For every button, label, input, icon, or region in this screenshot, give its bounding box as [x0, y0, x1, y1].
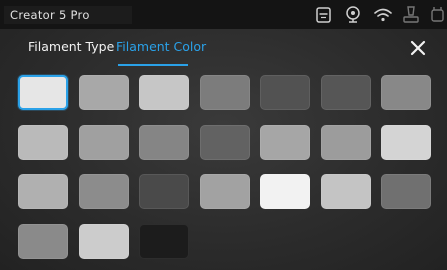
- color-swatch[interactable]: [199, 75, 250, 110]
- color-swatch[interactable]: [78, 124, 129, 160]
- tab-filament-color[interactable]: Filament Color: [116, 39, 206, 55]
- color-swatch[interactable]: [381, 75, 431, 110]
- color-swatch[interactable]: [381, 174, 431, 209]
- color-swatch[interactable]: [320, 174, 371, 209]
- close-icon: [410, 40, 426, 56]
- filament-color-panel: Filament Type Filament Color: [0, 29, 447, 270]
- color-swatch[interactable]: [18, 223, 68, 259]
- color-swatch[interactable]: [18, 174, 68, 209]
- color-swatch[interactable]: [260, 174, 310, 209]
- color-swatch[interactable]: [139, 223, 189, 259]
- color-swatch[interactable]: [78, 223, 129, 259]
- color-swatch[interactable]: [78, 174, 129, 209]
- color-swatch[interactable]: [139, 174, 189, 209]
- filament-icon[interactable]: [426, 4, 447, 26]
- device-name: Creator 5 Pro: [4, 6, 132, 24]
- color-swatch[interactable]: [139, 75, 189, 110]
- close-button[interactable]: [404, 36, 432, 60]
- status-icons: [302, 0, 447, 29]
- color-swatch[interactable]: [381, 124, 431, 160]
- color-swatch[interactable]: [320, 75, 371, 110]
- status-bar: Creator 5 Pro: [0, 0, 447, 29]
- color-swatch[interactable]: [199, 174, 250, 209]
- color-swatch[interactable]: [260, 75, 310, 110]
- color-swatch[interactable]: [139, 124, 189, 160]
- printer-icon[interactable]: [313, 4, 335, 26]
- active-tab-indicator: [118, 64, 188, 66]
- color-swatch[interactable]: [18, 75, 68, 110]
- color-swatch[interactable]: [199, 124, 250, 160]
- color-swatch[interactable]: [260, 124, 310, 160]
- wifi-icon[interactable]: [372, 4, 394, 26]
- tab-filament-type[interactable]: Filament Type: [28, 39, 114, 55]
- color-swatch[interactable]: [320, 124, 371, 160]
- user-icon[interactable]: [400, 4, 422, 26]
- color-swatch[interactable]: [18, 124, 68, 160]
- color-swatch[interactable]: [78, 75, 129, 110]
- camera-icon[interactable]: [342, 4, 364, 26]
